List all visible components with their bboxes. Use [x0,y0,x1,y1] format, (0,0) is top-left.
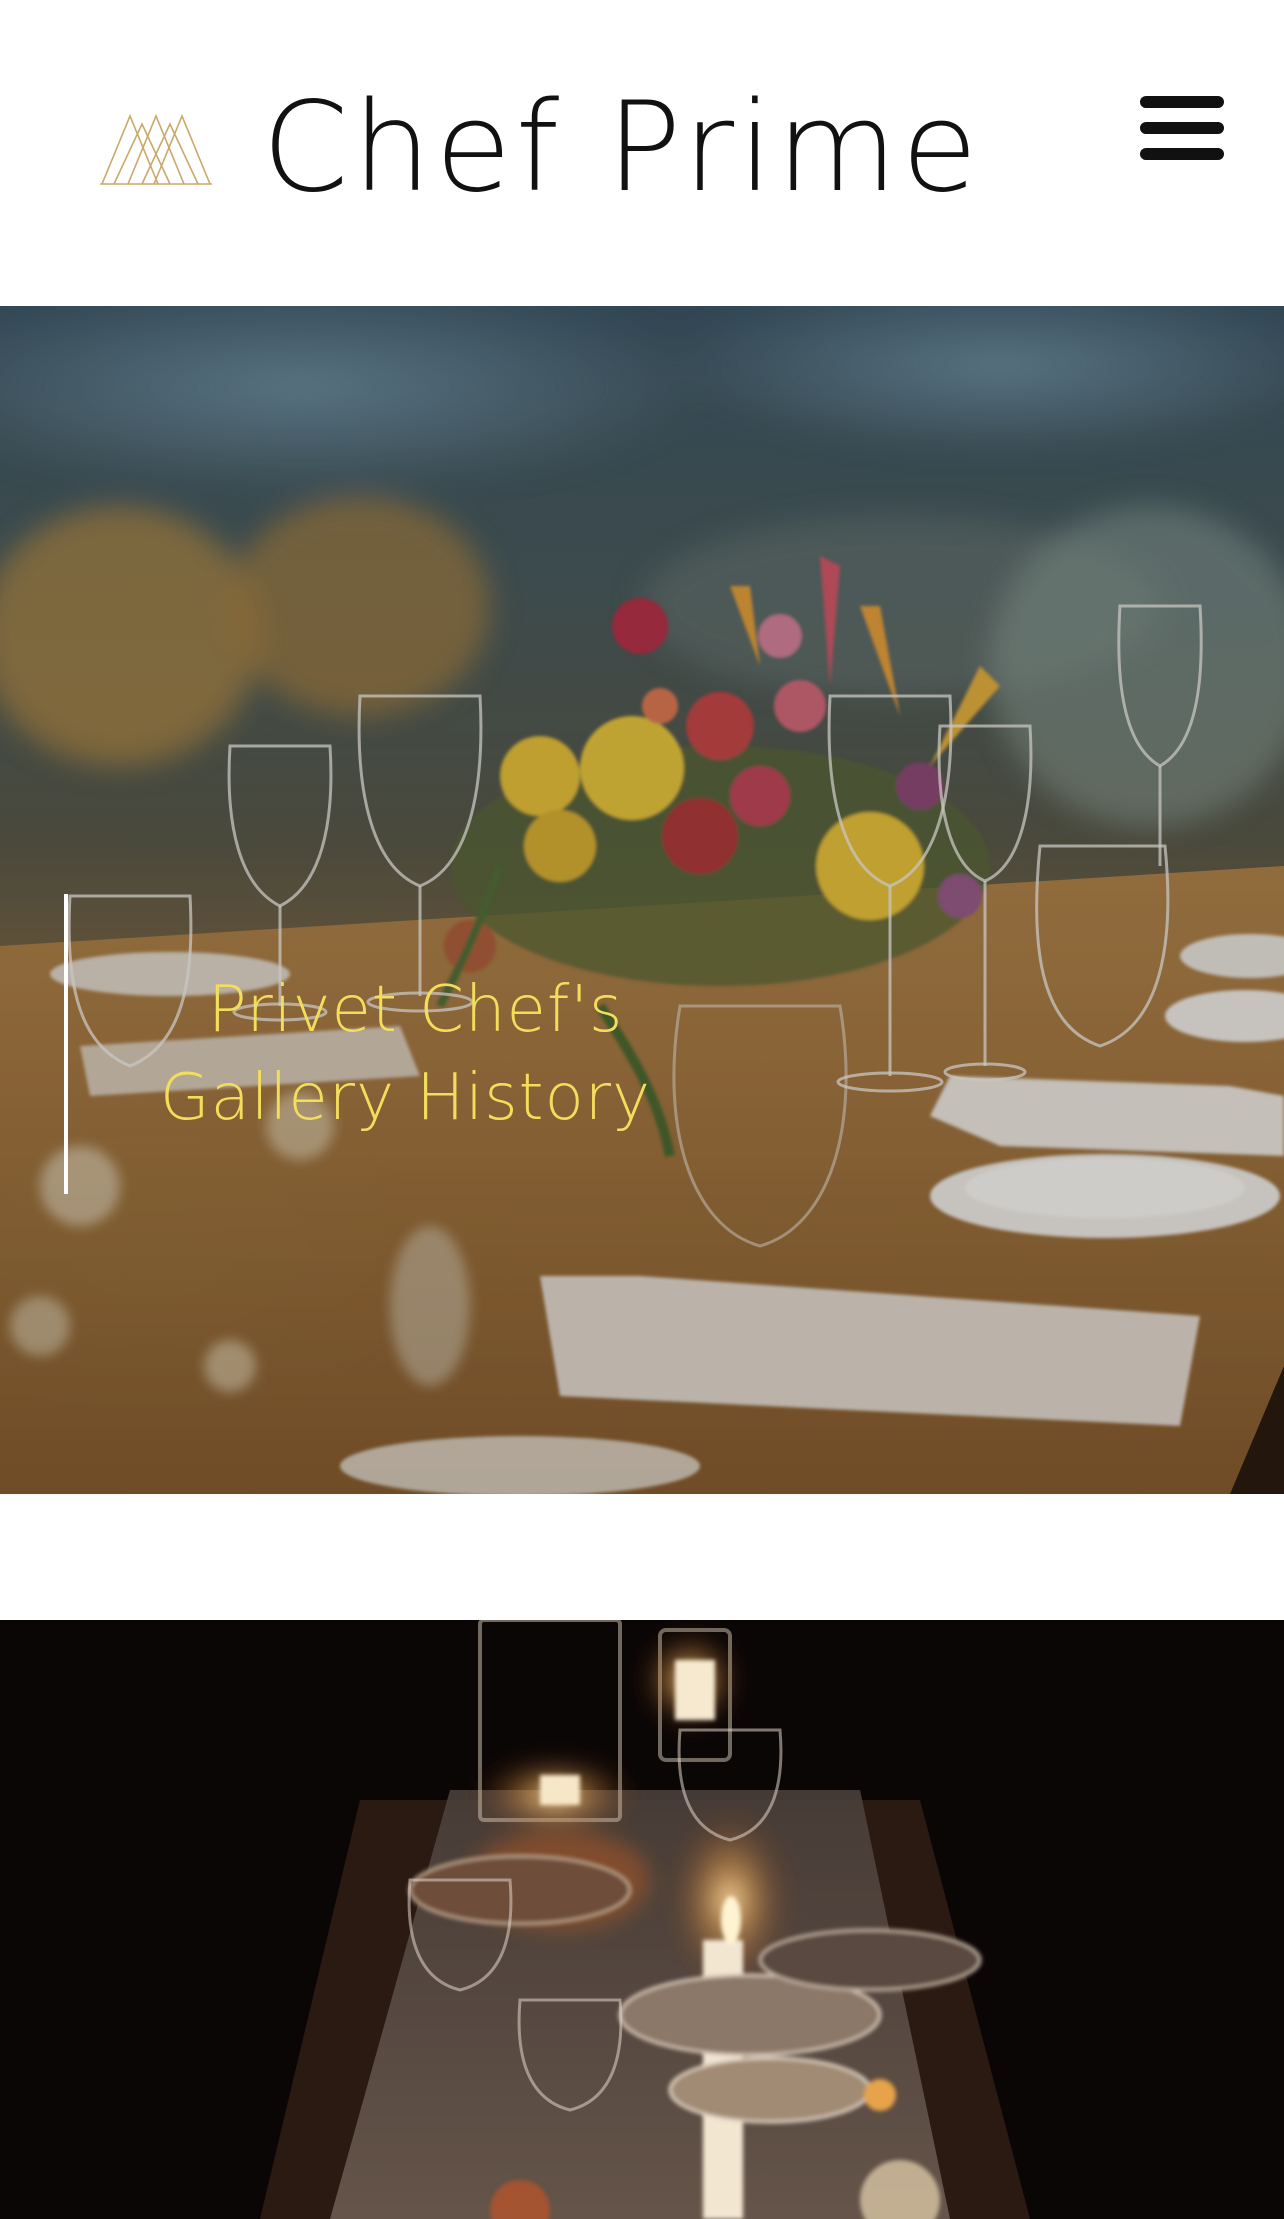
hero-title-line-2: Gallery History [160,1061,651,1135]
hero-accent-rule [64,894,68,1194]
page: Chef Prime Privet Chef's Gallery History [0,0,1284,2219]
hero-title: Privet Chef's Gallery History [120,966,720,1142]
site-header: Chef Prime [0,0,1284,306]
gallery-candlelit-table-image [0,1620,1284,2219]
hamburger-menu-icon[interactable] [1130,86,1224,172]
triangle-mountain-logo-icon[interactable] [100,112,212,186]
hero-section: Privet Chef's Gallery History [0,306,1284,1494]
menu-bar-middle [1140,122,1224,134]
menu-bar-top [1140,96,1224,108]
brand-name[interactable]: Chef Prime [262,78,982,218]
menu-bar-bottom [1140,148,1224,160]
hero-dining-table-image [0,306,1284,1494]
hero-title-line-1: Privet Chef's [208,973,624,1047]
section-spacer [0,1494,1284,1620]
